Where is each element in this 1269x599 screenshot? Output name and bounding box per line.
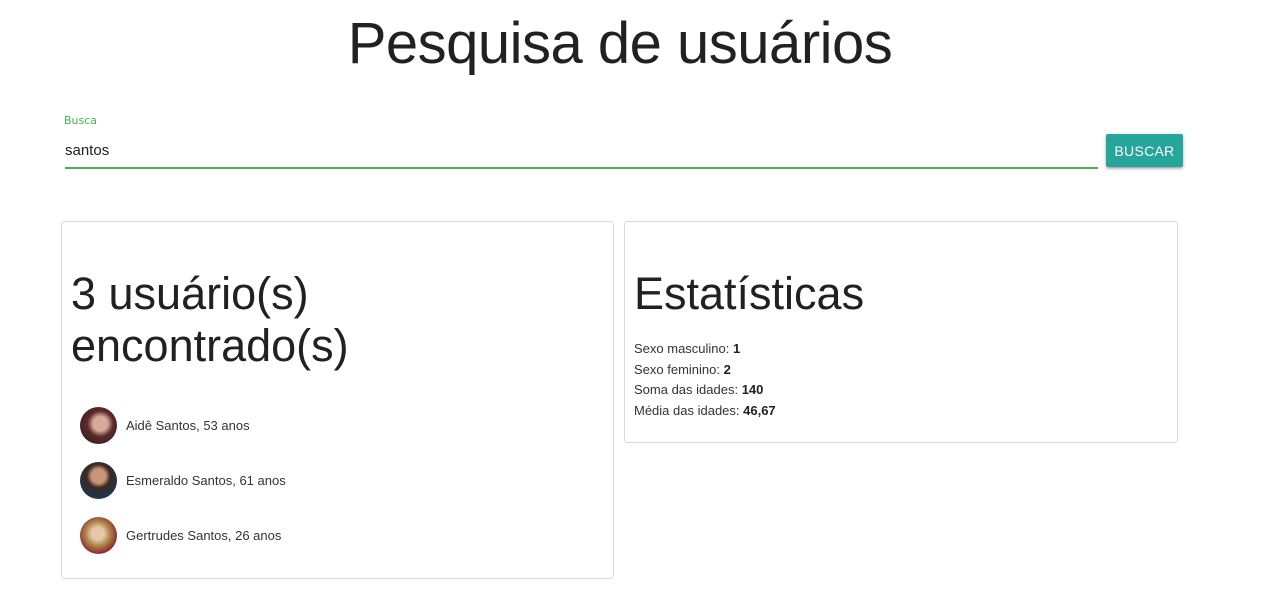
stat-age-sum: Soma das idades: 140 [634, 380, 776, 401]
users-count-heading: 3 usuário(s) encontrado(s) [71, 268, 349, 371]
list-item: Gertrudes Santos, 26 anos [80, 508, 286, 563]
search-button[interactable]: BUSCAR [1106, 134, 1183, 167]
stat-female-count: Sexo feminino: 2 [634, 360, 776, 381]
list-item: Aidê Santos, 53 anos [80, 398, 286, 453]
stats-card: Estatísticas Sexo masculino: 1 Sexo femi… [624, 221, 1178, 443]
stat-age-average: Média das idades: 46,67 [634, 401, 776, 422]
stat-value: 46,67 [743, 402, 776, 418]
search-input[interactable] [65, 134, 1098, 168]
user-name-age: Esmeraldo Santos, 61 anos [126, 473, 286, 488]
stat-label: Média das idades: [634, 402, 744, 418]
stat-male-count: Sexo masculino: 1 [634, 339, 776, 360]
stat-label: Sexo masculino: [634, 341, 733, 356]
user-name-age: Gertrudes Santos, 26 anos [126, 528, 282, 543]
user-name-age: Aidê Santos, 53 anos [126, 418, 250, 433]
stat-value: 2 [723, 361, 731, 377]
users-card: 3 usuário(s) encontrado(s) Aidê Santos, … [61, 221, 614, 579]
search-label: Busca [64, 114, 98, 127]
avatar [80, 462, 117, 499]
stat-label: Sexo feminino: [634, 361, 724, 377]
search-area: Busca BUSCAR [64, 112, 1184, 172]
user-list: Aidê Santos, 53 anos Esmeraldo Santos, 6… [80, 398, 286, 563]
stats-list: Sexo masculino: 1 Sexo feminino: 2 Soma … [634, 339, 776, 421]
list-item: Esmeraldo Santos, 61 anos [80, 453, 286, 508]
stat-label: Soma das idades: [634, 382, 742, 397]
stat-value: 1 [733, 341, 741, 356]
avatar [80, 517, 117, 554]
stats-heading: Estatísticas [634, 268, 865, 319]
page-title: Pesquisa de usuários [347, 11, 893, 76]
stat-value: 140 [741, 382, 764, 397]
avatar [80, 407, 117, 444]
